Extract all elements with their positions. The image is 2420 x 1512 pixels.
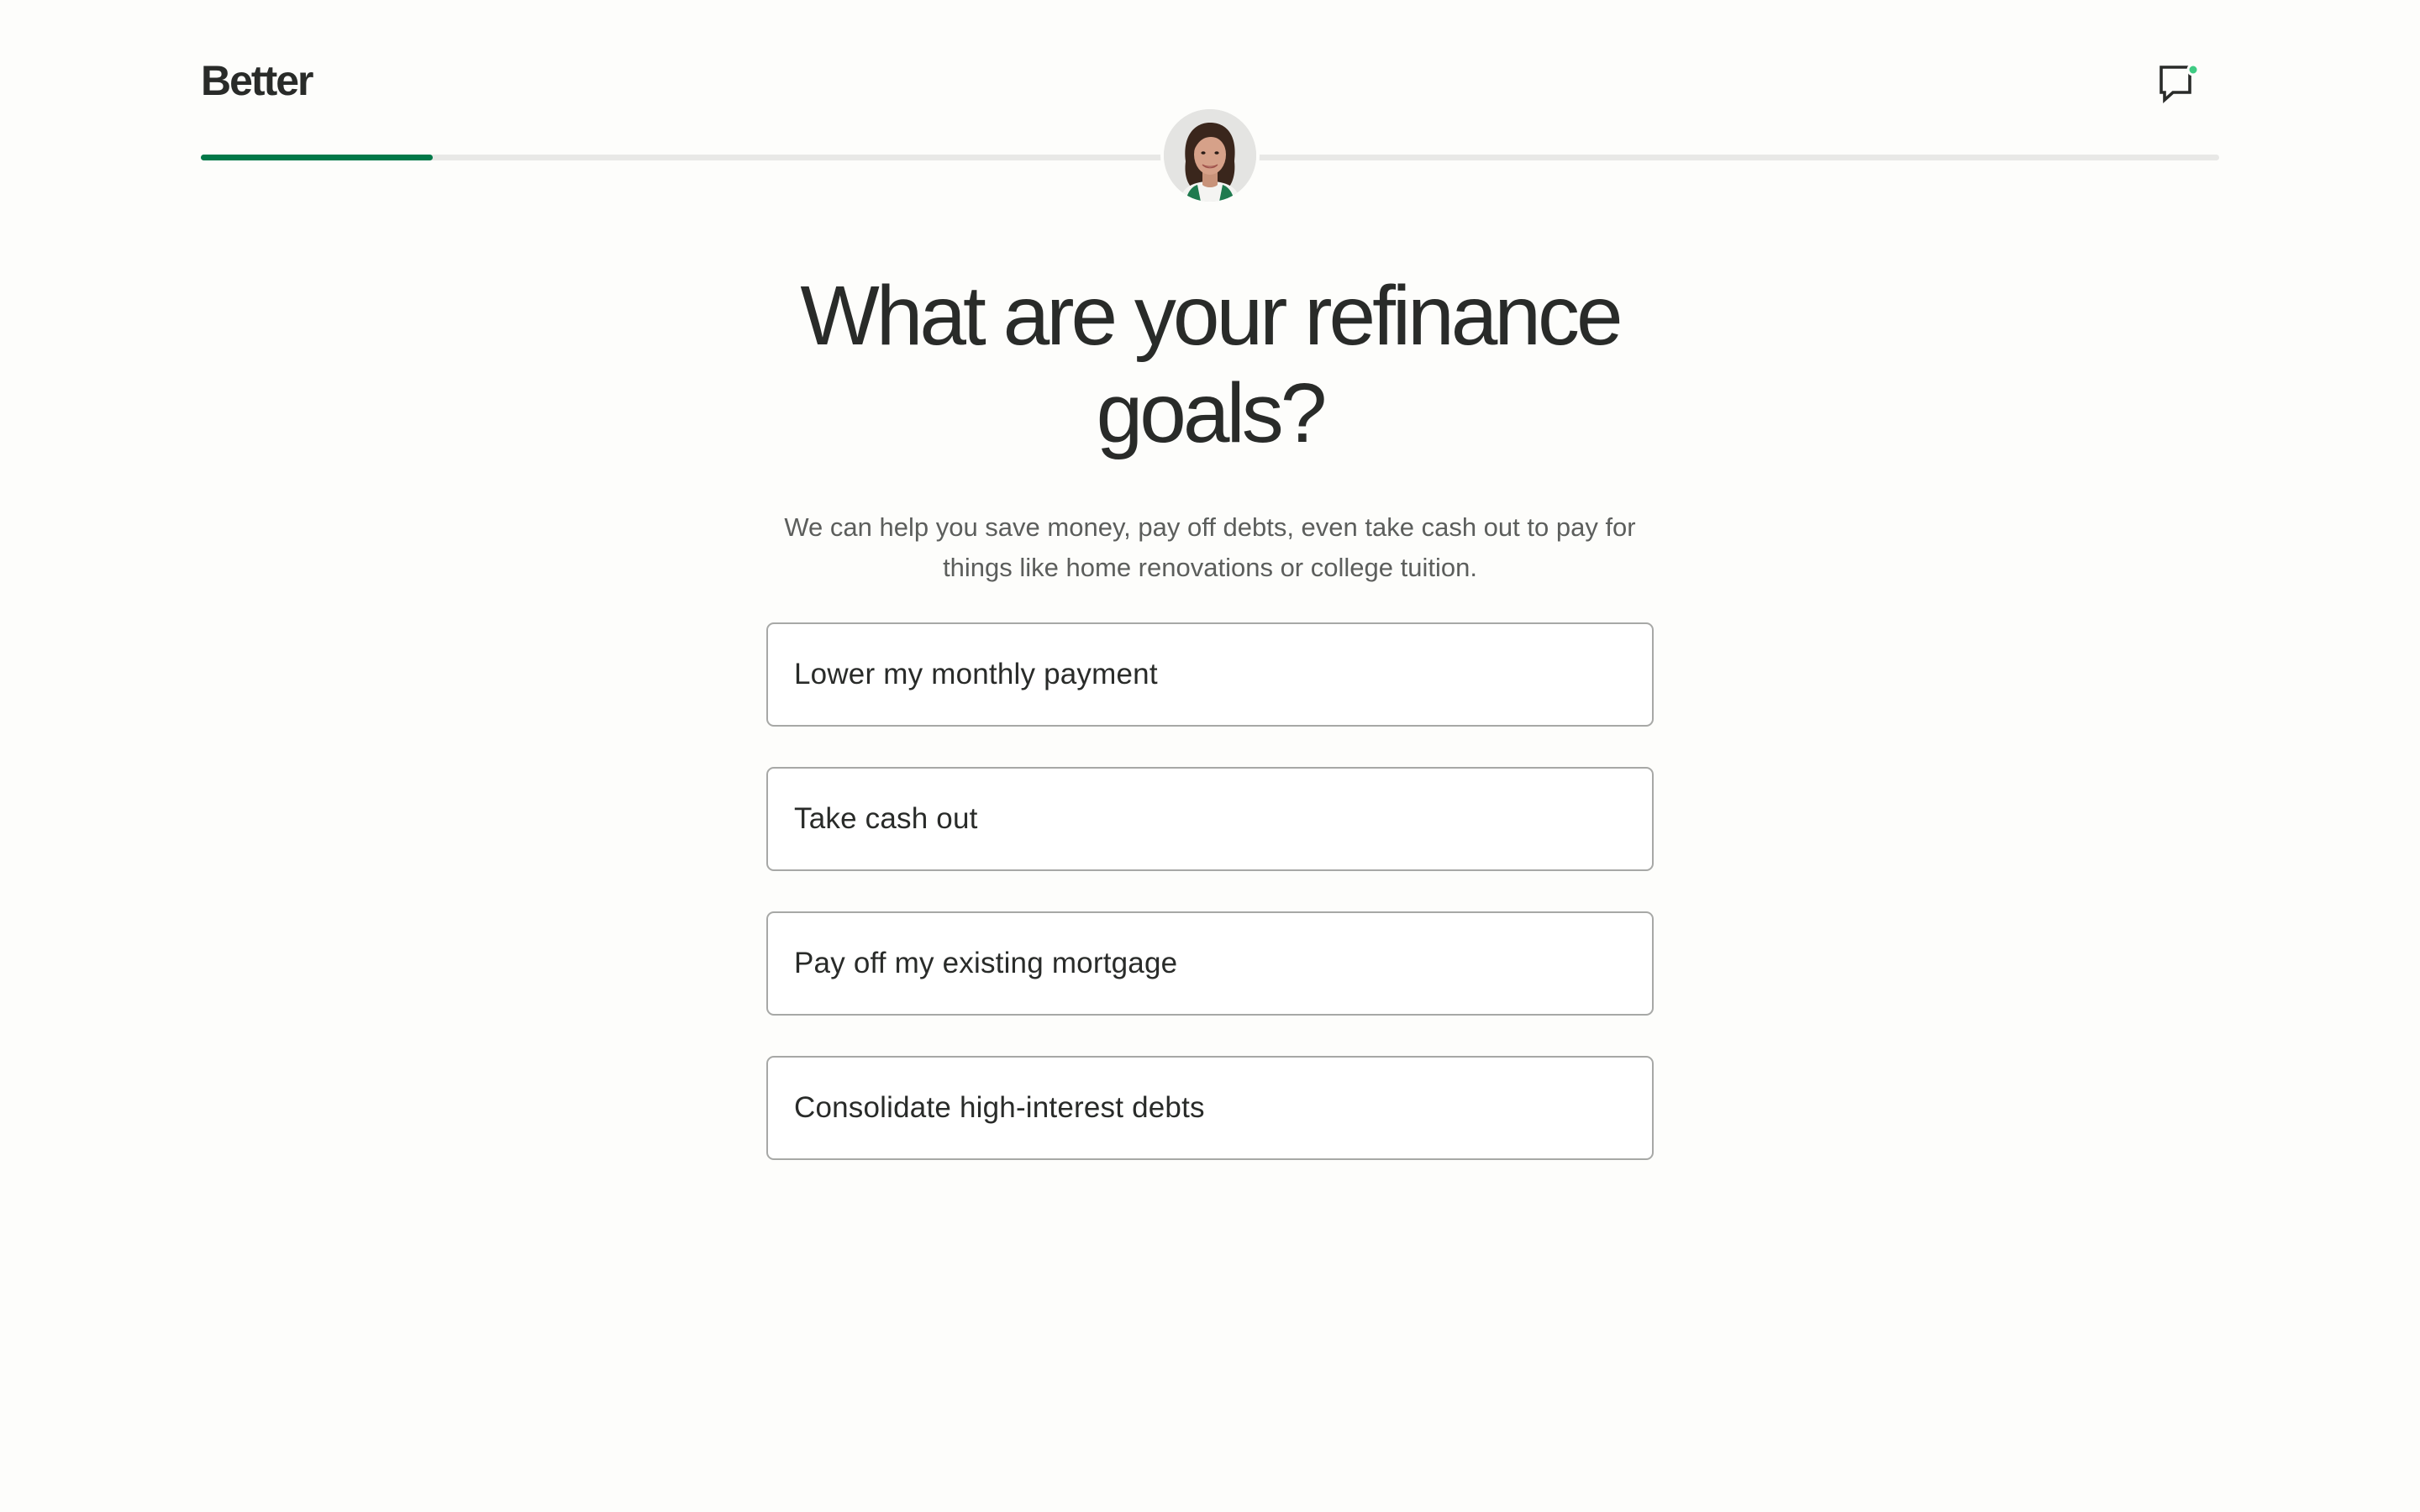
page-title: What are your refinance goals? [800, 269, 1623, 460]
goal-options: Lower my monthly payment Take cash out P… [766, 622, 1654, 1160]
chat-bubble-icon [2160, 63, 2200, 104]
refinance-goals-page: Better What are your refinance goals? We… [0, 0, 2420, 1512]
option-label: Take cash out [794, 802, 978, 835]
chat-button[interactable] [2156, 59, 2200, 108]
option-pay-off-mortgage[interactable]: Pay off my existing mortgage [766, 911, 1654, 1016]
option-lower-monthly-payment[interactable]: Lower my monthly payment [766, 622, 1654, 727]
option-label: Pay off my existing mortgage [794, 947, 1178, 979]
question-section: What are your refinance goals? We can he… [766, 267, 1654, 1200]
page-subtitle: We can help you save money, pay off debt… [784, 512, 1636, 582]
advisor-avatar-icon [1164, 109, 1256, 202]
progress-bar-fill [201, 155, 434, 160]
option-label: Lower my monthly payment [794, 658, 1158, 690]
advisor-avatar [1160, 106, 1260, 205]
option-consolidate-debts[interactable]: Consolidate high-interest debts [766, 1056, 1654, 1160]
option-label: Consolidate high-interest debts [794, 1091, 1205, 1124]
option-take-cash-out[interactable]: Take cash out [766, 767, 1654, 871]
notification-dot [2186, 63, 2200, 76]
better-logo[interactable]: Better [201, 55, 313, 106]
